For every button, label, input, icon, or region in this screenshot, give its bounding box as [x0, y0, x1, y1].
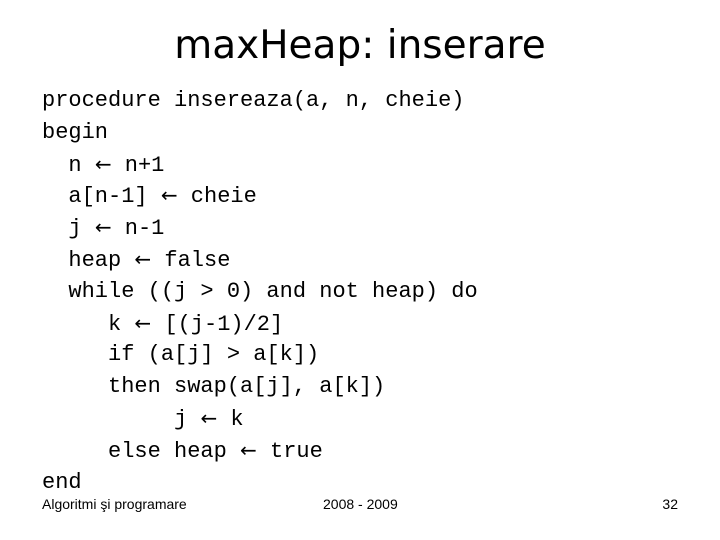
- code-text: begin: [42, 119, 109, 145]
- code-text: while ((j > 0) and not heap) do: [42, 278, 478, 304]
- left-arrow-icon: ←: [94, 151, 112, 176]
- code-text: [(j-1)/2]: [151, 311, 284, 337]
- code-text: false: [151, 247, 231, 273]
- footer-page-number: 32: [662, 496, 678, 512]
- code-text: n+1: [111, 152, 165, 178]
- code-text: k: [42, 311, 135, 337]
- code-text: procedure insereaza(a, n, cheie): [42, 88, 465, 113]
- code-line: heap ← false: [42, 244, 478, 276]
- code-text: n-1: [111, 216, 165, 242]
- code-text: cheie: [177, 184, 257, 210]
- footer-course: Algoritmi şi programare: [42, 496, 187, 512]
- code-text: j: [42, 406, 201, 432]
- left-arrow-icon: ←: [94, 215, 112, 240]
- pseudocode-block: procedure insereaza(a, n, cheie) begin n …: [42, 85, 478, 498]
- code-line: else heap ← true: [42, 435, 478, 467]
- code-line: begin: [42, 117, 478, 149]
- code-line: j ← n-1: [42, 212, 478, 244]
- code-text: a[n-1]: [42, 184, 161, 210]
- code-text: true: [256, 438, 323, 464]
- code-line: j ← k: [42, 403, 478, 435]
- code-line: while ((j > 0) and not heap) do: [42, 276, 478, 308]
- code-line: k ← [(j-1)/2]: [42, 308, 478, 340]
- code-line: n ← n+1: [42, 149, 478, 181]
- left-arrow-icon: ←: [160, 183, 178, 208]
- code-text: k: [217, 406, 244, 432]
- code-line: then swap(a[j], a[k]): [42, 371, 478, 403]
- code-text: if (a[j] > a[k]): [42, 342, 320, 368]
- code-line: end: [42, 467, 478, 499]
- left-arrow-icon: ←: [240, 437, 257, 462]
- footer-year: 2008 - 2009: [323, 496, 398, 512]
- code-text: then swap(a[j], a[k]): [42, 374, 386, 400]
- left-arrow-icon: ←: [200, 405, 218, 430]
- code-text: n: [42, 152, 95, 178]
- code-text: end: [42, 469, 82, 495]
- left-arrow-icon: ←: [134, 310, 152, 335]
- left-arrow-icon: ←: [134, 246, 152, 271]
- code-text: j: [42, 216, 95, 242]
- code-line: a[n-1] ← cheie: [42, 180, 478, 212]
- slide-title: maxHeap: inserare: [174, 23, 546, 68]
- code-line: procedure insereaza(a, n, cheie): [42, 85, 478, 117]
- code-text: heap: [42, 247, 135, 273]
- code-line: if (a[j] > a[k]): [42, 339, 478, 371]
- code-text: else heap: [42, 438, 241, 464]
